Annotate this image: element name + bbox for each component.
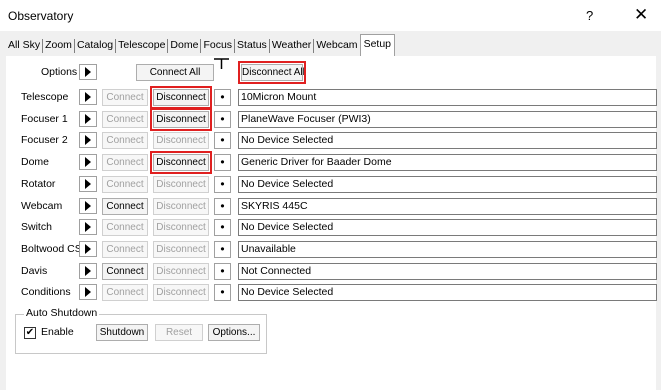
focuser-2-select-button[interactable]: •	[214, 132, 231, 149]
window-title: Observatory	[8, 9, 74, 23]
options-label: Options	[41, 66, 78, 78]
switch-label: Switch	[21, 221, 52, 233]
options-arrow-button[interactable]	[79, 64, 97, 80]
davis-connect-button[interactable]: Connect	[102, 263, 148, 280]
davis-label: Davis	[21, 265, 48, 277]
telescope-select-button[interactable]: •	[214, 89, 231, 106]
shutdown-button[interactable]: Shutdown	[96, 324, 148, 341]
telescope-options-arrow-button[interactable]	[79, 89, 97, 105]
conditions-select-button[interactable]: •	[214, 284, 231, 301]
webcam-select-button[interactable]: •	[214, 198, 231, 215]
dome-options-arrow-button[interactable]	[79, 154, 97, 170]
telescope-connect-button[interactable]: Connect	[102, 89, 148, 106]
reset-button[interactable]: Reset	[155, 324, 203, 341]
focuser-1-device-field[interactable]: PlaneWave Focuser (PWI3)	[238, 111, 657, 128]
focuser-2-device-field[interactable]: No Device Selected	[238, 132, 657, 149]
focuser-1-connect-button[interactable]: Connect	[102, 111, 148, 128]
conditions-connect-button[interactable]: Connect	[102, 284, 148, 301]
conditions-disconnect-button[interactable]: Disconnect	[153, 284, 209, 301]
davis-disconnect-button[interactable]: Disconnect	[153, 263, 209, 280]
tab-all-sky[interactable]: All Sky	[6, 36, 42, 55]
conditions-options-arrow-button[interactable]	[79, 284, 97, 300]
arrow-down-to-line-icon	[214, 58, 229, 69]
switch-select-button[interactable]: •	[214, 219, 231, 236]
tab-status[interactable]: Status	[235, 36, 269, 55]
setup-panel: Options Connect All Disconnect All Teles…	[6, 56, 657, 390]
boltwood-cs-device-field[interactable]: Unavailable	[238, 241, 657, 258]
switch-options-arrow-button[interactable]	[79, 219, 97, 235]
tab-focus[interactable]: Focus	[201, 36, 234, 55]
boltwood-cs-select-button[interactable]: •	[214, 241, 231, 258]
auto-shutdown-group: Auto Shutdown ✔ Enable Shutdown Reset Op…	[15, 307, 267, 354]
dome-device-field[interactable]: Generic Driver for Baader Dome	[238, 154, 657, 171]
close-button[interactable]: ✕	[634, 5, 648, 25]
focuser-2-connect-button[interactable]: Connect	[102, 132, 148, 149]
webcam-device-field[interactable]: SKYRIS 445C	[238, 198, 657, 215]
tab-bar: All Sky Zoom Catalog Telescope Dome Focus Stat…	[6, 34, 651, 57]
switch-connect-button[interactable]: Connect	[102, 219, 148, 236]
enable-checkbox[interactable]: ✔	[24, 327, 36, 339]
rotator-select-button[interactable]: •	[214, 176, 231, 193]
tab-catalog[interactable]: Catalog	[75, 36, 115, 55]
auto-shutdown-options-button[interactable]: Options...	[208, 324, 260, 341]
davis-select-button[interactable]: •	[214, 263, 231, 280]
webcam-connect-button[interactable]: Connect	[102, 198, 148, 215]
davis-options-arrow-button[interactable]	[79, 263, 97, 279]
dome-connect-button[interactable]: Connect	[102, 154, 148, 171]
tab-weather[interactable]: Weather	[270, 36, 314, 55]
rotator-label: Rotator	[21, 178, 56, 190]
switch-disconnect-button[interactable]: Disconnect	[153, 219, 209, 236]
enable-label: Enable	[41, 326, 74, 338]
telescope-disconnect-button[interactable]: Disconnect	[150, 86, 212, 109]
telescope-device-field[interactable]: 10Micron Mount	[238, 89, 657, 106]
boltwood-cs-label: Boltwood CS	[21, 243, 82, 255]
conditions-device-field[interactable]: No Device Selected	[238, 284, 657, 301]
rotator-disconnect-button[interactable]: Disconnect	[153, 176, 209, 193]
focuser-2-options-arrow-button[interactable]	[79, 132, 97, 148]
tab-setup[interactable]: Setup	[359, 34, 396, 56]
boltwood-cs-connect-button[interactable]: Connect	[102, 241, 148, 258]
focuser-1-select-button[interactable]: •	[214, 111, 231, 128]
rotator-connect-button[interactable]: Connect	[102, 176, 148, 193]
tab-telescope[interactable]: Telescope	[116, 36, 167, 55]
davis-device-field[interactable]: Not Connected	[238, 263, 657, 280]
rotator-options-arrow-button[interactable]	[79, 176, 97, 192]
focuser-2-label: Focuser 2	[21, 134, 68, 146]
tab-dome[interactable]: Dome	[168, 36, 200, 55]
disconnect-all-button[interactable]: Disconnect All	[238, 61, 306, 84]
webcam-disconnect-button[interactable]: Disconnect	[153, 198, 209, 215]
tab-zoom[interactable]: Zoom	[43, 36, 74, 55]
tabs-row: All Sky Zoom Catalog Telescope Dome Focus Stat…	[6, 34, 396, 56]
webcam-label: Webcam	[21, 200, 63, 212]
focuser-1-disconnect-button[interactable]: Disconnect	[150, 108, 212, 131]
focuser-1-label: Focuser 1	[21, 113, 68, 125]
tab-webcam[interactable]: Webcam	[314, 36, 359, 55]
telescope-label: Telescope	[21, 91, 69, 103]
conditions-label: Conditions	[21, 286, 71, 298]
dome-label: Dome	[21, 156, 50, 168]
help-button[interactable]: ?	[586, 8, 593, 23]
switch-device-field[interactable]: No Device Selected	[238, 219, 657, 236]
webcam-options-arrow-button[interactable]	[79, 198, 97, 214]
boltwood-cs-options-arrow-button[interactable]	[79, 241, 97, 257]
dome-select-button[interactable]: •	[214, 154, 231, 171]
dome-disconnect-button[interactable]: Disconnect	[150, 151, 212, 174]
focuser-2-disconnect-button[interactable]: Disconnect	[153, 132, 209, 149]
auto-shutdown-title: Auto Shutdown	[24, 307, 100, 319]
focuser-1-options-arrow-button[interactable]	[79, 111, 97, 127]
title-bar: Observatory ? ✕	[0, 0, 661, 31]
rotator-device-field[interactable]: No Device Selected	[238, 176, 657, 193]
boltwood-cs-disconnect-button[interactable]: Disconnect	[153, 241, 209, 258]
connect-all-button[interactable]: Connect All	[136, 64, 214, 81]
